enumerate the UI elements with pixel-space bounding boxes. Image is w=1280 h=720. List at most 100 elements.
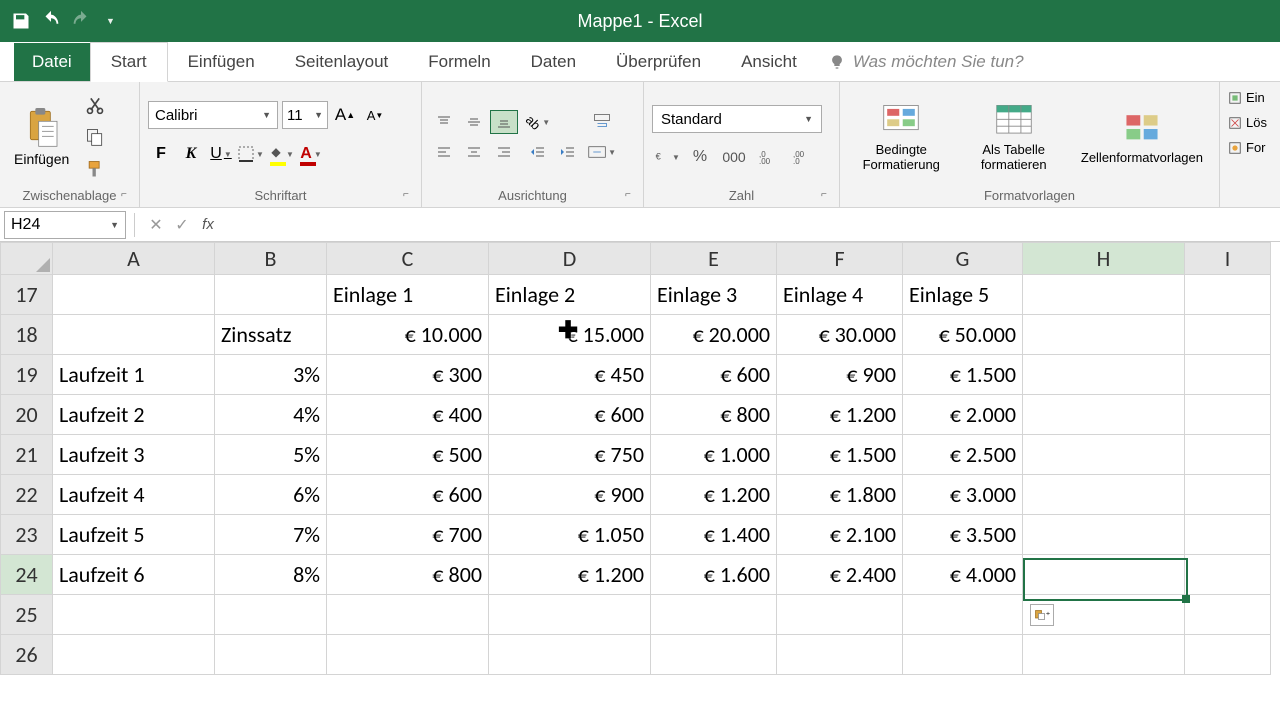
column-header-D[interactable]: D bbox=[489, 243, 651, 275]
cell-A18[interactable] bbox=[53, 315, 215, 355]
cell-G18[interactable]: € 50.000 bbox=[903, 315, 1023, 355]
cell-B18[interactable]: Zinssatz bbox=[215, 315, 327, 355]
italic-button[interactable]: K bbox=[178, 141, 204, 167]
cell-B17[interactable] bbox=[215, 275, 327, 315]
alignment-launcher[interactable]: ⌐ bbox=[625, 189, 639, 203]
cell-F23[interactable]: € 2.100 bbox=[777, 515, 903, 555]
select-all-corner[interactable] bbox=[1, 243, 53, 275]
cell-E21[interactable]: € 1.000 bbox=[651, 435, 777, 475]
cell-F24[interactable]: € 2.400 bbox=[777, 555, 903, 595]
shrink-font-button[interactable]: A▼ bbox=[362, 102, 388, 128]
cell-C18[interactable]: € 10.000 bbox=[327, 315, 489, 355]
cell-A17[interactable] bbox=[53, 275, 215, 315]
cell-C26[interactable] bbox=[327, 635, 489, 675]
font-name-select[interactable]: Calibri▼ bbox=[148, 101, 278, 129]
font-launcher[interactable]: ⌐ bbox=[403, 189, 417, 203]
cell-E19[interactable]: € 600 bbox=[651, 355, 777, 395]
column-header-H[interactable]: H bbox=[1023, 243, 1185, 275]
accounting-button[interactable]: €▼ bbox=[652, 145, 680, 169]
cell-D21[interactable]: € 750 bbox=[489, 435, 651, 475]
cell-D18[interactable]: € 15.000 bbox=[489, 315, 651, 355]
cell-C23[interactable]: € 700 bbox=[327, 515, 489, 555]
cell-I22[interactable] bbox=[1185, 475, 1271, 515]
cell-E22[interactable]: € 1.200 bbox=[651, 475, 777, 515]
decrease-indent-button[interactable] bbox=[524, 140, 552, 164]
cut-button[interactable] bbox=[81, 93, 109, 117]
row-header-21[interactable]: 21 bbox=[1, 435, 53, 475]
cell-A24[interactable]: Laufzeit 6 bbox=[53, 555, 215, 595]
cell-D26[interactable] bbox=[489, 635, 651, 675]
copy-button[interactable] bbox=[81, 125, 109, 149]
cell-E17[interactable]: Einlage 3 bbox=[651, 275, 777, 315]
cell-F26[interactable] bbox=[777, 635, 903, 675]
tab-seitenlayout[interactable]: Seitenlayout bbox=[275, 43, 409, 81]
cell-I24[interactable] bbox=[1185, 555, 1271, 595]
cell-E20[interactable]: € 800 bbox=[651, 395, 777, 435]
increase-decimal-button[interactable]: ,0,00 bbox=[754, 145, 782, 169]
row-header-26[interactable]: 26 bbox=[1, 635, 53, 675]
cell-A19[interactable]: Laufzeit 1 bbox=[53, 355, 215, 395]
cell-G24[interactable]: € 4.000 bbox=[903, 555, 1023, 595]
bold-button[interactable]: F bbox=[148, 141, 174, 167]
orientation-button[interactable]: ab▼ bbox=[524, 110, 552, 134]
decrease-decimal-button[interactable]: ,00,0 bbox=[788, 145, 816, 169]
enter-formula-button[interactable]: ✓ bbox=[169, 212, 195, 238]
cell-B22[interactable]: 6% bbox=[215, 475, 327, 515]
grow-font-button[interactable]: A▲ bbox=[332, 102, 358, 128]
font-color-button[interactable]: A▼ bbox=[298, 141, 324, 167]
cell-G25[interactable] bbox=[903, 595, 1023, 635]
conditional-formatting-button[interactable]: Bedingte Formatierung bbox=[848, 102, 955, 172]
align-left-button[interactable] bbox=[430, 140, 458, 164]
cell-A26[interactable] bbox=[53, 635, 215, 675]
align-top-button[interactable] bbox=[430, 110, 458, 134]
column-header-F[interactable]: F bbox=[777, 243, 903, 275]
redo-icon[interactable] bbox=[70, 10, 92, 32]
align-middle-button[interactable] bbox=[460, 110, 488, 134]
cell-I17[interactable] bbox=[1185, 275, 1271, 315]
row-header-23[interactable]: 23 bbox=[1, 515, 53, 555]
cell-A20[interactable]: Laufzeit 2 bbox=[53, 395, 215, 435]
cell-B23[interactable]: 7% bbox=[215, 515, 327, 555]
tab-ueberpruefen[interactable]: Überprüfen bbox=[596, 43, 721, 81]
fill-color-button[interactable]: ▼ bbox=[268, 141, 294, 167]
cell-H18[interactable] bbox=[1023, 315, 1185, 355]
cell-C21[interactable]: € 500 bbox=[327, 435, 489, 475]
cell-I20[interactable] bbox=[1185, 395, 1271, 435]
cell-C20[interactable]: € 400 bbox=[327, 395, 489, 435]
cell-styles-button[interactable]: Zellenformatvorlagen bbox=[1073, 110, 1211, 165]
delete-cells-button[interactable]: Lös bbox=[1228, 115, 1267, 130]
align-right-button[interactable] bbox=[490, 140, 518, 164]
grid[interactable]: ABCDEFGHI 17Einlage 1Einlage 2Einlage 3E… bbox=[0, 242, 1271, 675]
tab-formeln[interactable]: Formeln bbox=[408, 43, 510, 81]
wrap-text-button[interactable] bbox=[588, 110, 616, 134]
percent-button[interactable]: % bbox=[686, 145, 714, 169]
cell-F20[interactable]: € 1.200 bbox=[777, 395, 903, 435]
cell-C24[interactable]: € 800 bbox=[327, 555, 489, 595]
cell-D19[interactable]: € 450 bbox=[489, 355, 651, 395]
cell-F19[interactable]: € 900 bbox=[777, 355, 903, 395]
column-header-A[interactable]: A bbox=[53, 243, 215, 275]
cell-G20[interactable]: € 2.000 bbox=[903, 395, 1023, 435]
insert-cells-button[interactable]: Ein bbox=[1228, 90, 1265, 105]
number-format-select[interactable]: Standard▼ bbox=[652, 105, 822, 133]
merge-button[interactable]: ▼ bbox=[588, 140, 616, 164]
cell-D24[interactable]: € 1.200 bbox=[489, 555, 651, 595]
number-launcher[interactable]: ⌐ bbox=[821, 189, 835, 203]
cell-H22[interactable] bbox=[1023, 475, 1185, 515]
cell-C19[interactable]: € 300 bbox=[327, 355, 489, 395]
align-center-button[interactable] bbox=[460, 140, 488, 164]
cell-I21[interactable] bbox=[1185, 435, 1271, 475]
cell-I18[interactable] bbox=[1185, 315, 1271, 355]
cell-D17[interactable]: Einlage 2 bbox=[489, 275, 651, 315]
tab-start[interactable]: Start bbox=[90, 42, 168, 82]
increase-indent-button[interactable] bbox=[554, 140, 582, 164]
borders-button[interactable]: ▼ bbox=[238, 141, 264, 167]
cell-G26[interactable] bbox=[903, 635, 1023, 675]
format-cells-button[interactable]: For bbox=[1228, 140, 1266, 155]
row-header-22[interactable]: 22 bbox=[1, 475, 53, 515]
cell-G19[interactable]: € 1.500 bbox=[903, 355, 1023, 395]
row-header-18[interactable]: 18 bbox=[1, 315, 53, 355]
name-box[interactable]: H24▼ bbox=[4, 211, 126, 239]
column-header-I[interactable]: I bbox=[1185, 243, 1271, 275]
insert-function-button[interactable]: fx bbox=[195, 212, 221, 238]
